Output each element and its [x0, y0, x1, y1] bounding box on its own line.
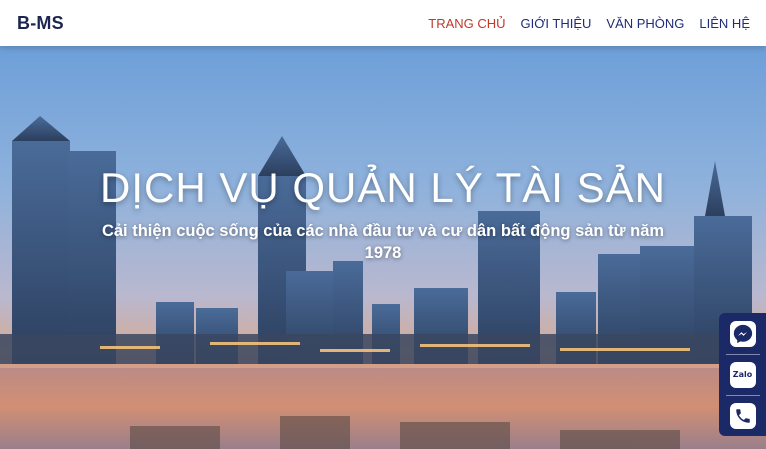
zalo-icon: Zalo — [732, 370, 753, 379]
messenger-button[interactable] — [729, 320, 756, 347]
zalo-button[interactable]: Zalo — [729, 361, 756, 388]
brand-logo[interactable]: B-MS — [17, 13, 64, 34]
phone-button[interactable] — [729, 402, 756, 429]
divider — [725, 394, 760, 396]
hero-subtitle: Cải thiện cuộc sống của các nhà đầu tư v… — [101, 222, 665, 262]
phone-icon — [735, 408, 750, 423]
nav-home[interactable]: TRANG CHỦ — [428, 16, 505, 31]
messenger-icon — [733, 324, 752, 343]
main-nav: TRANG CHỦ GIỚI THIỆU VĂN PHÒNG LIÊN HỆ — [428, 16, 750, 31]
nav-contact[interactable]: LIÊN HỆ — [699, 16, 750, 31]
hero-banner: DỊCH VỤ QUẢN LÝ TÀI SẢN Cải thiện cuộc s… — [0, 46, 766, 449]
nav-office[interactable]: VĂN PHÒNG — [606, 16, 684, 31]
divider — [725, 353, 760, 355]
hero-title: DỊCH VỤ QUẢN LÝ TÀI SẢN — [99, 164, 666, 211]
top-navbar: B-MS TRANG CHỦ GIỚI THIỆU VĂN PHÒNG LIÊN… — [0, 0, 766, 46]
contact-floating-bar: Zalo — [719, 313, 766, 436]
nav-about[interactable]: GIỚI THIỆU — [521, 16, 592, 31]
